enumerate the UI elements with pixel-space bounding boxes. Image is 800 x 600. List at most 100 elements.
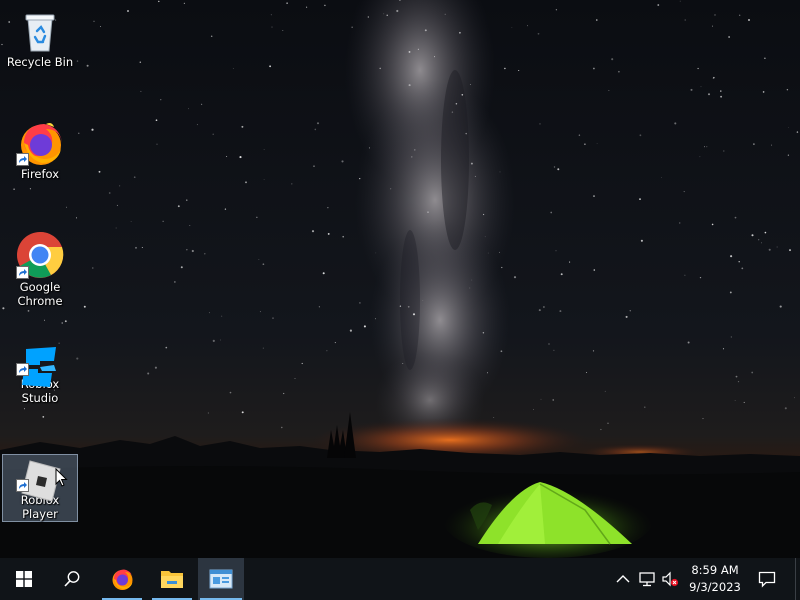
star xyxy=(762,91,765,93)
desktop-icon-recycle-bin[interactable]: Recycle Bin xyxy=(2,4,78,70)
star xyxy=(411,156,413,158)
star xyxy=(758,239,760,241)
star xyxy=(728,36,730,38)
desktop-icon-roblox-studio[interactable]: Roblox Studio xyxy=(2,340,78,406)
taskbar-firefox-button[interactable] xyxy=(100,558,144,600)
desktop-icon-firefox[interactable]: Firefox xyxy=(2,116,78,182)
file-explorer-icon xyxy=(161,571,183,588)
chevron-up-icon[interactable] xyxy=(614,570,632,588)
search-button[interactable] xyxy=(48,558,96,600)
star xyxy=(367,16,369,18)
star xyxy=(61,322,63,324)
star xyxy=(555,250,557,252)
star xyxy=(165,346,168,349)
star xyxy=(342,235,345,238)
star xyxy=(226,155,228,158)
star xyxy=(263,179,265,180)
star xyxy=(764,57,766,59)
volume-muted-icon[interactable] xyxy=(661,570,679,588)
star xyxy=(156,143,158,145)
shortcut-arrow-icon xyxy=(16,266,29,279)
star xyxy=(427,211,429,213)
star xyxy=(687,341,690,344)
star xyxy=(188,108,189,110)
desktop[interactable]: Recycle Bin Firefox Google Chrome Studio… xyxy=(0,0,800,558)
star xyxy=(196,124,198,126)
star xyxy=(207,412,209,414)
taskbar-control-panel-button[interactable] xyxy=(198,558,244,600)
star xyxy=(155,119,158,122)
action-center-button[interactable] xyxy=(752,558,782,600)
star xyxy=(259,311,261,313)
star xyxy=(208,312,210,314)
star xyxy=(484,236,486,238)
mouse-cursor-icon xyxy=(55,468,68,487)
star xyxy=(586,372,588,373)
star xyxy=(640,239,643,242)
star xyxy=(553,349,555,351)
star xyxy=(768,248,771,251)
star xyxy=(386,14,388,16)
star xyxy=(220,339,221,341)
star xyxy=(359,302,361,304)
show-desktop-button[interactable] xyxy=(795,558,800,600)
star xyxy=(130,221,132,222)
star xyxy=(183,2,186,5)
shortcut-arrow-icon xyxy=(16,153,29,166)
star xyxy=(747,18,751,22)
star xyxy=(282,30,284,31)
star xyxy=(334,342,336,344)
star xyxy=(424,29,427,32)
star xyxy=(162,220,164,222)
star xyxy=(271,26,273,28)
star xyxy=(704,146,705,148)
star xyxy=(734,216,737,219)
start-button[interactable] xyxy=(0,558,48,600)
star xyxy=(256,216,258,218)
desktop-icon-google-chrome[interactable]: Google Chrome xyxy=(2,228,78,312)
star xyxy=(363,325,366,328)
star xyxy=(191,249,194,253)
star xyxy=(375,252,377,254)
desktop-icon-roblox-player[interactable]: Roblox Player xyxy=(2,454,78,522)
star xyxy=(538,309,541,312)
star xyxy=(550,211,553,214)
star xyxy=(417,48,419,50)
star xyxy=(483,213,485,216)
star xyxy=(487,252,489,254)
star xyxy=(201,103,203,105)
star xyxy=(318,306,320,308)
star xyxy=(470,162,473,165)
star xyxy=(327,207,329,209)
star xyxy=(584,143,586,146)
star xyxy=(794,397,795,399)
star xyxy=(644,406,646,408)
star xyxy=(396,9,399,13)
star xyxy=(414,149,416,151)
star xyxy=(408,84,411,87)
star xyxy=(115,227,117,229)
star xyxy=(639,198,641,201)
star xyxy=(526,25,528,27)
star xyxy=(241,125,244,128)
star xyxy=(699,276,702,279)
star xyxy=(291,183,293,185)
star xyxy=(713,76,715,79)
star xyxy=(684,19,686,21)
star xyxy=(711,223,714,226)
shortcut-arrow-icon xyxy=(16,363,29,376)
star xyxy=(604,390,606,392)
star xyxy=(180,266,183,269)
star xyxy=(263,149,265,150)
star xyxy=(154,366,157,369)
star xyxy=(729,291,732,294)
star xyxy=(771,144,773,146)
star xyxy=(553,166,556,168)
network-icon[interactable] xyxy=(638,570,656,588)
system-clock[interactable]: 8:59 AM 9/3/2023 xyxy=(682,562,748,596)
star xyxy=(108,192,111,194)
star xyxy=(600,428,602,431)
taskbar-file-explorer-button[interactable] xyxy=(150,558,194,600)
star xyxy=(537,32,540,35)
star xyxy=(29,188,31,190)
